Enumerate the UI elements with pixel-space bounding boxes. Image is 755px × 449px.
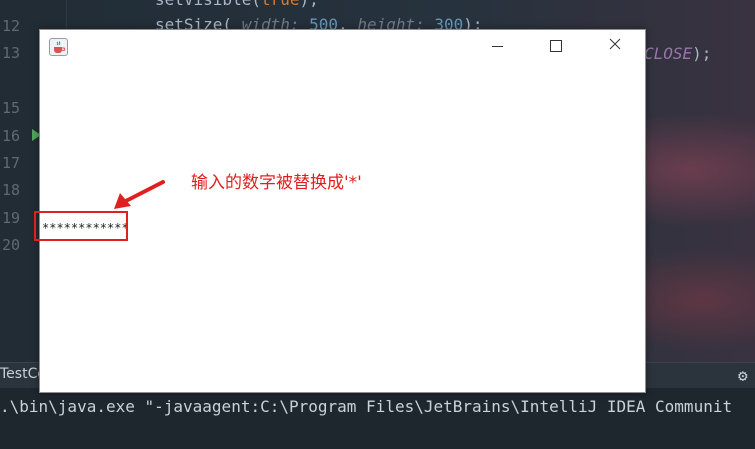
close-button[interactable] xyxy=(591,30,637,62)
annotation-label: 输入的数字被替换成'*' xyxy=(191,173,362,193)
maximize-button[interactable] xyxy=(535,30,581,62)
line-number: 16 xyxy=(1,127,20,145)
line-number: 12 xyxy=(1,17,20,35)
annotation-arrow-icon xyxy=(114,180,165,209)
minimize-icon xyxy=(492,46,503,47)
console-output-line: .\bin\java.exe "-javaagent:C:\Program Fi… xyxy=(0,397,733,416)
minimize-button[interactable] xyxy=(481,30,527,62)
maximize-icon xyxy=(550,40,562,52)
gear-icon[interactable]: ⚙ xyxy=(738,366,748,385)
window-titlebar[interactable] xyxy=(40,30,645,62)
line-number: 19 xyxy=(1,209,20,227)
java-cup-icon xyxy=(49,38,68,56)
line-number: 15 xyxy=(1,99,20,117)
line-number: 17 xyxy=(1,154,20,172)
code-line: setVisible(true); xyxy=(155,0,319,9)
code-line: CLOSE); xyxy=(644,44,712,63)
line-number: 18 xyxy=(1,181,20,199)
line-number: 13 xyxy=(1,44,20,62)
line-number: 20 xyxy=(1,236,20,254)
close-icon xyxy=(609,38,621,50)
